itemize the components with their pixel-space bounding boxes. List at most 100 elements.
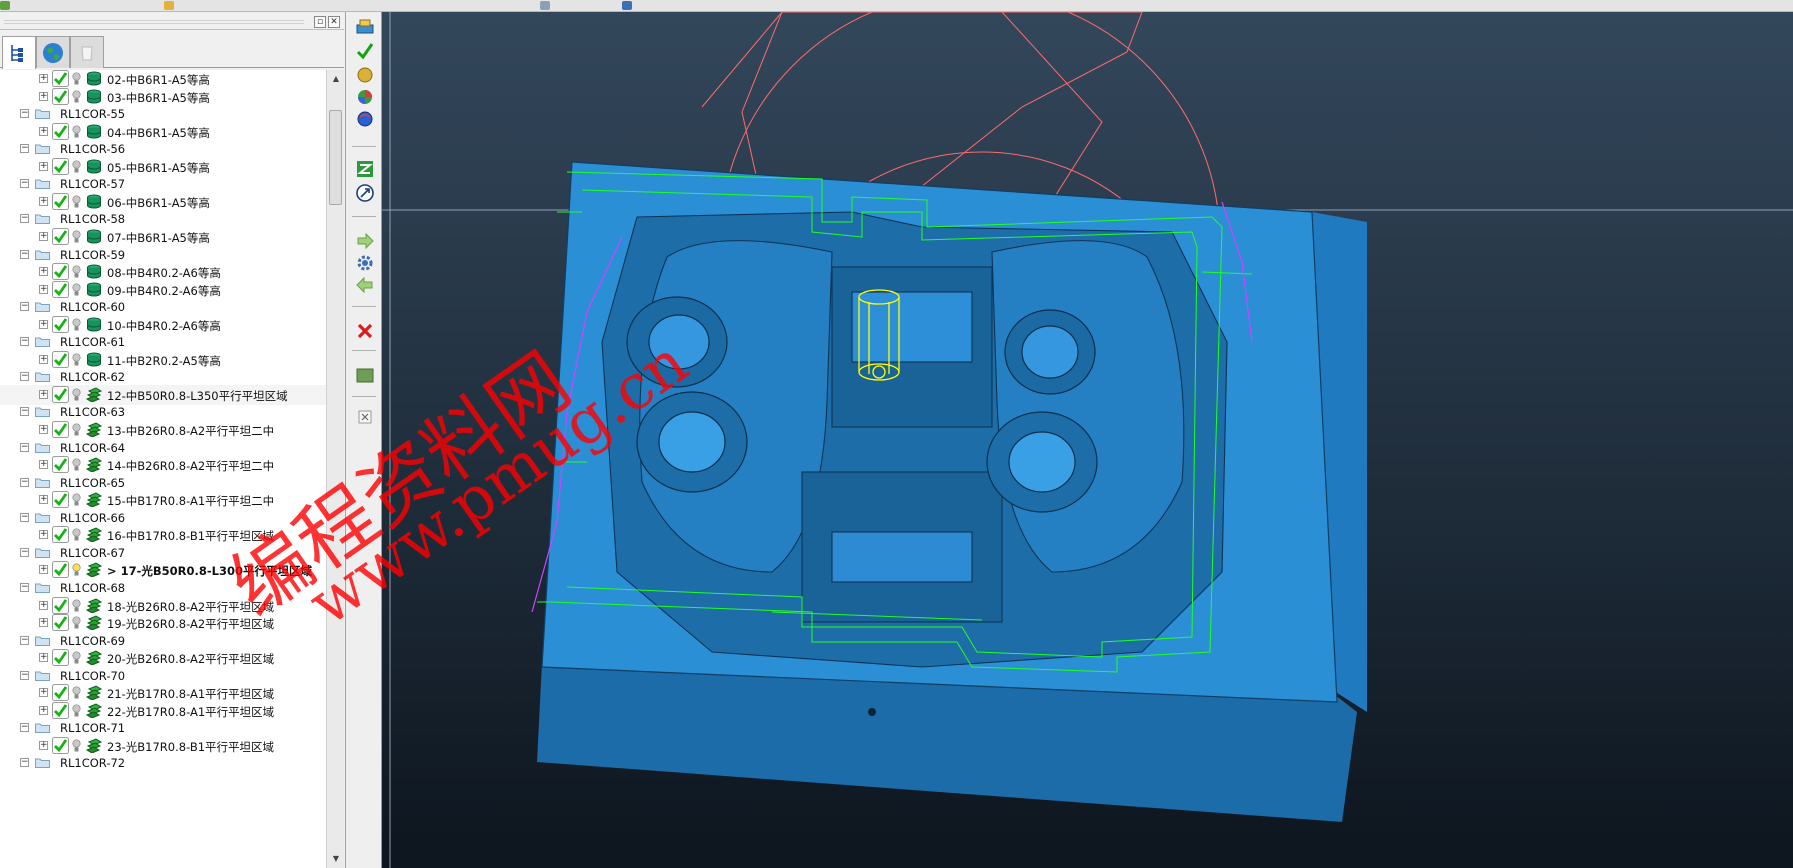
expand-toggle-icon[interactable]: +	[39, 600, 48, 610]
status-check-icon[interactable]	[52, 561, 69, 579]
collapse-toggle-icon[interactable]: −	[20, 758, 29, 768]
status-check-icon[interactable]	[52, 157, 69, 175]
resize-button[interactable]	[354, 182, 376, 204]
expand-toggle-icon[interactable]: +	[39, 618, 48, 628]
expand-toggle-icon[interactable]: +	[39, 530, 48, 540]
forward-button[interactable]	[354, 230, 376, 252]
expand-toggle-icon[interactable]: +	[39, 495, 48, 505]
lightbulb-icon[interactable]	[72, 616, 81, 630]
lightbulb-icon[interactable]	[72, 739, 81, 753]
lightbulb-icon[interactable]	[72, 528, 81, 542]
collapse-toggle-icon[interactable]: −	[20, 477, 29, 487]
lightbulb-icon[interactable]	[72, 353, 81, 367]
collapse-toggle-icon[interactable]: −	[20, 582, 29, 592]
expand-toggle-icon[interactable]: +	[39, 284, 48, 294]
expand-toggle-icon[interactable]: +	[39, 354, 48, 364]
expand-toggle-icon[interactable]: +	[39, 653, 48, 663]
gold-sphere-button[interactable]	[354, 64, 376, 86]
settings-button[interactable]	[354, 252, 376, 274]
lightbulb-icon[interactable]	[72, 651, 81, 665]
expand-toggle-icon[interactable]: +	[39, 196, 48, 206]
collapse-toggle-icon[interactable]: −	[20, 214, 29, 224]
collapse-toggle-icon[interactable]: −	[20, 407, 29, 417]
expand-toggle-icon[interactable]: +	[39, 91, 48, 101]
status-check-icon[interactable]	[52, 491, 69, 509]
status-check-icon[interactable]	[52, 684, 69, 702]
lightbulb-icon[interactable]	[72, 563, 81, 577]
calculate-toolpath-button[interactable]	[354, 16, 376, 38]
collapse-toggle-icon[interactable]: −	[20, 144, 29, 154]
status-check-icon[interactable]	[52, 736, 69, 754]
expand-toggle-icon[interactable]: +	[39, 389, 48, 399]
status-check-icon[interactable]	[52, 649, 69, 667]
status-check-icon[interactable]	[52, 456, 69, 474]
lightbulb-icon[interactable]	[72, 598, 81, 613]
tree-scrollbar[interactable]: ▲ ▼	[326, 70, 344, 868]
toolbar-icon[interactable]	[164, 1, 174, 10]
status-check-icon[interactable]	[52, 350, 69, 368]
expand-toggle-icon[interactable]: +	[39, 267, 48, 277]
collapse-toggle-icon[interactable]: −	[20, 442, 29, 452]
collapse-toggle-icon[interactable]: −	[20, 512, 29, 522]
back-button[interactable]	[354, 274, 376, 296]
status-check-icon[interactable]	[52, 263, 69, 281]
status-check-icon[interactable]	[52, 385, 69, 403]
collapse-toggle-icon[interactable]: −	[20, 179, 29, 189]
blue-sphere-button[interactable]	[354, 108, 376, 130]
zoom-fit-button[interactable]	[354, 158, 376, 180]
status-check-icon[interactable]	[52, 614, 69, 632]
tab-tree[interactable]	[2, 36, 36, 69]
lightbulb-icon[interactable]	[72, 125, 81, 139]
status-check-icon[interactable]	[52, 122, 69, 140]
lightbulb-icon[interactable]	[72, 283, 81, 297]
delete-button[interactable]	[354, 320, 376, 342]
lightbulb-icon[interactable]	[72, 458, 81, 472]
lightbulb-icon[interactable]	[72, 195, 81, 209]
expand-toggle-icon[interactable]: +	[39, 74, 48, 83]
lightbulb-icon[interactable]	[72, 72, 81, 86]
collapse-toggle-icon[interactable]: −	[20, 723, 29, 733]
lightbulb-icon[interactable]	[72, 388, 81, 402]
tab-globe[interactable]	[36, 36, 70, 68]
lightbulb-icon[interactable]	[72, 265, 81, 279]
expand-toggle-icon[interactable]: +	[39, 565, 48, 575]
collapse-toggle-icon[interactable]: −	[20, 372, 29, 382]
lightbulb-icon[interactable]	[72, 160, 81, 174]
status-check-icon[interactable]	[52, 70, 69, 87]
lightbulb-icon[interactable]	[72, 89, 81, 104]
close-panel-button[interactable]: ✕	[328, 16, 340, 28]
lightbulb-icon[interactable]	[72, 493, 81, 507]
toolbar-icon[interactable]	[540, 1, 550, 10]
expand-toggle-icon[interactable]: +	[39, 425, 48, 434]
status-check-icon[interactable]	[52, 280, 69, 298]
expand-toggle-icon[interactable]: +	[39, 688, 48, 698]
collapse-toggle-icon[interactable]: −	[20, 670, 29, 680]
status-check-icon[interactable]	[52, 421, 69, 438]
expand-toggle-icon[interactable]: +	[39, 705, 48, 715]
expand-toggle-icon[interactable]: +	[39, 319, 48, 329]
3d-viewport[interactable]	[382, 12, 1793, 868]
expand-toggle-icon[interactable]: +	[39, 161, 48, 171]
status-check-icon[interactable]	[52, 227, 69, 245]
toolbar-icon[interactable]	[0, 1, 10, 10]
tab-empty[interactable]	[70, 36, 104, 68]
expand-toggle-icon[interactable]: +	[39, 460, 48, 470]
expand-toggle-icon[interactable]: +	[39, 126, 48, 136]
close-small-button[interactable]	[354, 406, 376, 428]
accept-button[interactable]	[354, 40, 376, 62]
toolbar-icon[interactable]	[622, 1, 632, 10]
restore-button[interactable]: ▫	[314, 16, 326, 28]
expand-toggle-icon[interactable]: +	[39, 740, 48, 750]
scroll-down-icon[interactable]: ▼	[331, 854, 341, 864]
status-check-icon[interactable]	[52, 192, 69, 210]
collapse-toggle-icon[interactable]: −	[20, 109, 29, 119]
lightbulb-icon[interactable]	[72, 704, 81, 718]
status-check-icon[interactable]	[52, 701, 69, 719]
expand-toggle-icon[interactable]: +	[39, 231, 48, 241]
collapse-toggle-icon[interactable]: −	[20, 635, 29, 645]
collapse-toggle-icon[interactable]: −	[20, 337, 29, 347]
green-block-button[interactable]	[354, 364, 376, 386]
collapse-toggle-icon[interactable]: −	[20, 302, 29, 312]
shaded-sphere-button[interactable]	[354, 86, 376, 108]
lightbulb-icon[interactable]	[72, 686, 81, 700]
